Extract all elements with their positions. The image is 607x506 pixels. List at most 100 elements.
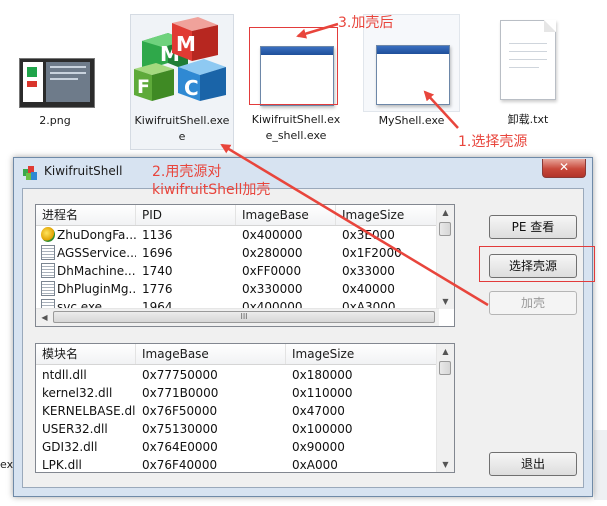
col-imagesize[interactable]: ImageSize: [286, 344, 439, 364]
col-imagebase[interactable]: ImageBase: [236, 205, 336, 225]
left-edge-text: ex: [0, 458, 14, 471]
annotation-step3: 3.加壳后: [338, 15, 394, 31]
file-name: 2.png: [39, 114, 71, 127]
cell-base: 0x330000: [242, 282, 303, 296]
col-module-name[interactable]: 模块名: [36, 344, 136, 364]
cell-size: 0x100000: [292, 422, 353, 436]
cell-name: GDI32.dll: [42, 440, 98, 454]
cell-size: 0x110000: [292, 386, 353, 400]
file-icon: [41, 245, 55, 260]
cell-size: 0xA000: [292, 458, 338, 472]
window-app-icon: [376, 45, 450, 105]
close-button[interactable]: ✕: [542, 159, 586, 178]
table-row[interactable]: KERNELBASE.dll 0x76F50000 0x47000: [36, 402, 439, 420]
cell-name: LPK.dll: [42, 458, 82, 472]
cell-size: 0x33000: [342, 264, 395, 278]
annotation-step1: 1.选择壳源: [458, 134, 528, 150]
col-imagesize[interactable]: ImageSize: [336, 205, 439, 225]
file-name-line1: KiwifruitShell.ex: [251, 113, 341, 126]
table-row[interactable]: USER32.dll 0x75130000 0x100000: [36, 420, 439, 438]
cell-base: 0x771B0000: [142, 386, 219, 400]
cell-name: DhMachine...: [57, 264, 136, 278]
annotation-step2-line1: 2.用壳源对: [152, 164, 222, 180]
table-row[interactable]: AGSService... 1696 0x280000 0x1F2000: [36, 244, 439, 262]
cell-pid: 1136: [142, 228, 173, 242]
scroll-up-icon[interactable]: ▲: [438, 205, 453, 220]
cell-size: 0x90000: [292, 440, 345, 454]
scroll-thumb[interactable]: [439, 361, 451, 375]
image-thumbnail-icon: [19, 58, 95, 108]
table-row[interactable]: ntdll.dll 0x77750000 0x180000: [36, 366, 439, 384]
process-list[interactable]: 进程名 PID ImageBase ImageSize ZhuDongFa...…: [35, 204, 455, 327]
file-name: 卸载.txt: [507, 113, 549, 126]
cell-name: kernel32.dll: [42, 386, 113, 400]
svg-text:M: M: [176, 32, 196, 56]
cell-base: 0x75130000: [142, 422, 218, 436]
cell-base: 0x77750000: [142, 368, 218, 382]
cell-base: 0x76F40000: [142, 458, 218, 472]
kiwifruitshell-dialog: KiwifruitShell ✕ 进程名 PID ImageBase Image…: [13, 157, 593, 497]
cell-name: KERNELBASE.dll: [42, 404, 136, 418]
dialog-client: 进程名 PID ImageBase ImageSize ZhuDongFa...…: [22, 188, 584, 488]
text-file-icon: [500, 20, 556, 100]
file-2png[interactable]: 2.png: [14, 20, 96, 132]
scroll-thumb[interactable]: [439, 222, 451, 236]
file-icon: [41, 281, 55, 296]
cell-base: 0x764E0000: [142, 440, 218, 454]
cell-pid: 1776: [142, 282, 173, 296]
cell-size: 0x40000: [342, 282, 395, 296]
cell-size: 0x180000: [292, 368, 353, 382]
cell-base: 0xFF0000: [242, 264, 302, 278]
col-pid[interactable]: PID: [136, 205, 236, 225]
table-row[interactable]: DhMachine... 1740 0xFF0000 0x33000: [36, 262, 439, 280]
process-hscroll[interactable]: ◀ III: [36, 308, 439, 326]
process-icon: [41, 227, 55, 242]
cell-size: 0x1F2000: [342, 246, 402, 260]
module-vscroll[interactable]: ▲ ▼: [436, 344, 454, 472]
exit-button[interactable]: 退出: [489, 452, 577, 476]
file-name: MyShell.exe: [378, 114, 445, 127]
process-vscroll[interactable]: ▲ ▼: [436, 205, 454, 309]
file-name-line2: e_shell.exe: [265, 129, 327, 142]
scroll-down-icon[interactable]: ▼: [438, 457, 453, 472]
scroll-up-icon[interactable]: ▲: [438, 344, 453, 359]
annotation-step2-line2: kiwifruitShell加壳: [152, 182, 271, 198]
scroll-left-icon[interactable]: ◀: [37, 310, 52, 325]
col-process-name[interactable]: 进程名: [36, 205, 136, 225]
right-edge-sliver: [594, 430, 607, 500]
svg-text:F: F: [137, 76, 150, 98]
dialog-title: KiwifruitShell: [44, 164, 123, 178]
col-imagebase[interactable]: ImageBase: [136, 344, 286, 364]
app-icon: [23, 166, 37, 180]
mfc-app-icon: M M F C: [134, 17, 226, 101]
module-list[interactable]: 模块名 ImageBase ImageSize ntdll.dll 0x77750…: [35, 343, 455, 473]
file-uninstall-txt[interactable]: 卸载.txt: [480, 14, 576, 134]
cell-name: AGSService...: [57, 246, 136, 260]
table-row[interactable]: GDI32.dll 0x764E0000 0x90000: [36, 438, 439, 456]
highlight-box-select-shell: [479, 246, 595, 282]
cell-name: DhPluginMg...: [57, 282, 136, 296]
highlight-box-shell-output: [249, 27, 338, 105]
file-icon: [41, 263, 55, 278]
cell-size: 0x3E000: [342, 228, 395, 242]
file-kiwifruitshell-exe[interactable]: M M F C KiwifruitShell.exe e: [130, 14, 234, 150]
cell-base: 0x76F50000: [142, 404, 218, 418]
pe-view-button[interactable]: PE 查看: [489, 215, 577, 239]
scroll-down-icon[interactable]: ▼: [438, 294, 453, 309]
table-row[interactable]: LPK.dll 0x76F40000 0xA000: [36, 456, 439, 472]
hscroll-thumb[interactable]: III: [53, 311, 435, 323]
cell-name: ntdll.dll: [42, 368, 87, 382]
pack-button[interactable]: 加壳: [489, 291, 577, 315]
table-row[interactable]: kernel32.dll 0x771B0000 0x110000: [36, 384, 439, 402]
dialog-titlebar[interactable]: KiwifruitShell ✕: [14, 158, 592, 188]
cell-pid: 1696: [142, 246, 173, 260]
table-row[interactable]: DhPluginMg... 1776 0x330000 0x40000: [36, 280, 439, 298]
cell-name: USER32.dll: [42, 422, 108, 436]
file-name-line1: KiwifruitShell.exe: [134, 114, 230, 127]
module-list-header: 模块名 ImageBase ImageSize: [36, 344, 439, 365]
process-list-header: 进程名 PID ImageBase ImageSize: [36, 205, 439, 226]
cell-name: ZhuDongFa...: [57, 228, 136, 242]
table-row[interactable]: ZhuDongFa... 1136 0x400000 0x3E000: [36, 226, 439, 244]
cell-base: 0x280000: [242, 246, 303, 260]
cell-base: 0x400000: [242, 228, 303, 242]
